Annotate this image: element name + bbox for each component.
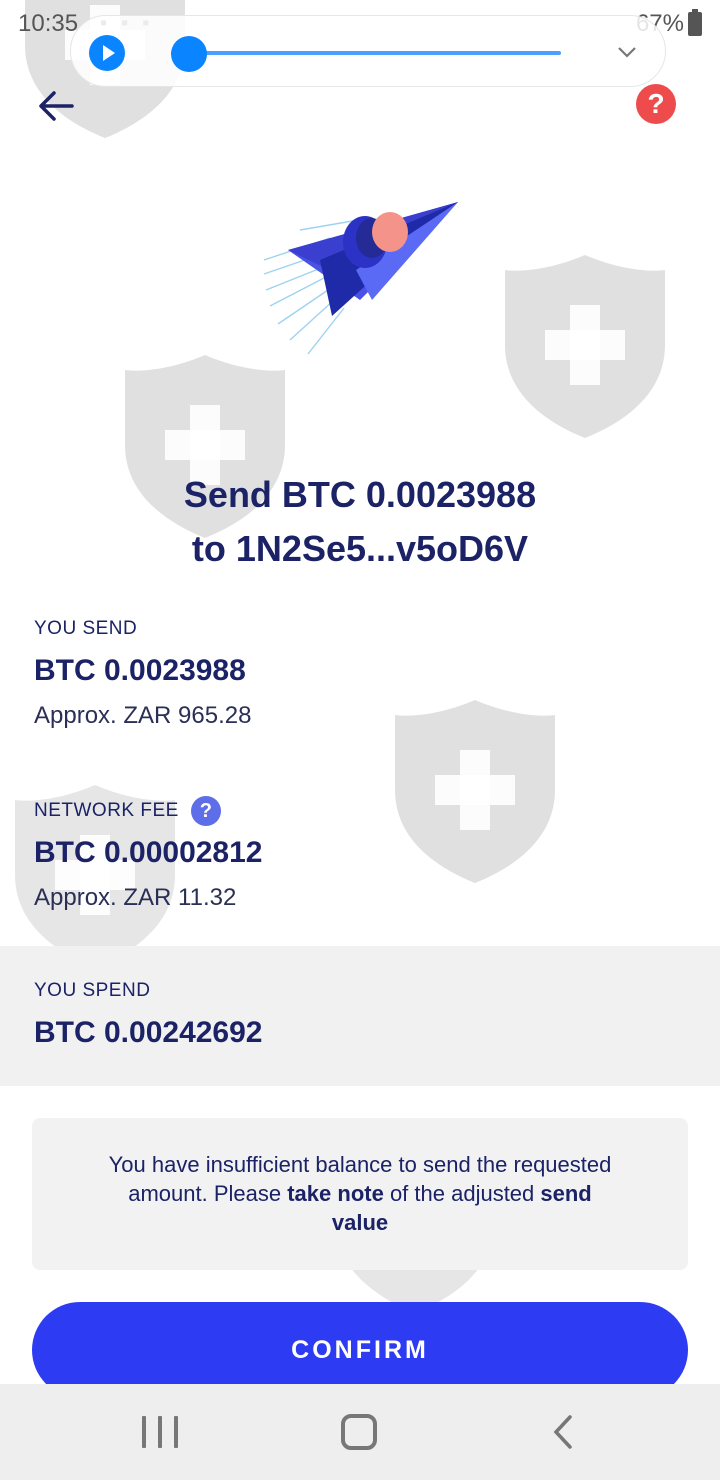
network-fee-approx: Approx. ZAR 11.32 bbox=[34, 884, 237, 911]
media-player-bar bbox=[70, 15, 666, 87]
notice-bold-take-note: take note bbox=[287, 1181, 384, 1206]
battery-icon bbox=[688, 9, 702, 36]
title-line-2: to 1N2Se5...v5oD6V bbox=[191, 528, 529, 569]
you-spend-label: YOU SPEND bbox=[34, 980, 151, 1001]
notice-text: of the adjusted bbox=[383, 1181, 541, 1206]
play-icon[interactable] bbox=[89, 35, 125, 71]
media-progress-knob[interactable] bbox=[171, 36, 207, 72]
you-send-approx: Approx. ZAR 965.28 bbox=[34, 702, 252, 729]
network-fee-header: NETWORK FEE ? bbox=[34, 796, 263, 826]
status-time: 10:35 bbox=[18, 10, 79, 37]
you-spend-amount: BTC 0.00242692 bbox=[34, 1016, 263, 1049]
fee-help-button[interactable]: ? bbox=[190, 796, 221, 826]
shield-watermark-icon bbox=[395, 700, 555, 883]
you-send-amount: BTC 0.0023988 bbox=[34, 654, 246, 687]
system-nav-bar bbox=[0, 1384, 720, 1480]
you-spend-section: YOU SPEND BTC 0.00242692 bbox=[34, 980, 263, 1050]
title-line-1: Send BTC 0.0023988 bbox=[183, 474, 537, 515]
network-fee-section: NETWORK FEE ? BTC 0.00002812 Approx. ZAR… bbox=[34, 796, 263, 912]
media-progress-track[interactable] bbox=[171, 51, 561, 55]
you-send-label: YOU SEND bbox=[34, 618, 138, 639]
shield-watermark-icon bbox=[505, 255, 665, 438]
network-fee-amount: BTC 0.00002812 bbox=[34, 836, 263, 869]
nav-back-icon[interactable] bbox=[548, 1414, 578, 1450]
back-arrow-icon[interactable] bbox=[36, 86, 76, 126]
home-icon[interactable] bbox=[341, 1414, 377, 1450]
you-spend-band: YOU SPEND BTC 0.00242692 bbox=[0, 946, 720, 1086]
paper-plane-icon bbox=[263, 202, 458, 355]
insufficient-balance-notice: You have insufficient balance to send th… bbox=[32, 1118, 688, 1270]
network-fee-label: NETWORK FEE bbox=[34, 800, 179, 821]
chevron-down-icon[interactable] bbox=[617, 42, 637, 62]
page-title: Send BTC 0.0023988 to 1N2Se5...v5oD6V bbox=[0, 468, 720, 576]
you-send-section: YOU SEND BTC 0.0023988 Approx. ZAR 965.2… bbox=[34, 618, 251, 730]
recent-apps-icon[interactable] bbox=[142, 1416, 178, 1448]
help-button[interactable]: ? bbox=[636, 84, 676, 124]
